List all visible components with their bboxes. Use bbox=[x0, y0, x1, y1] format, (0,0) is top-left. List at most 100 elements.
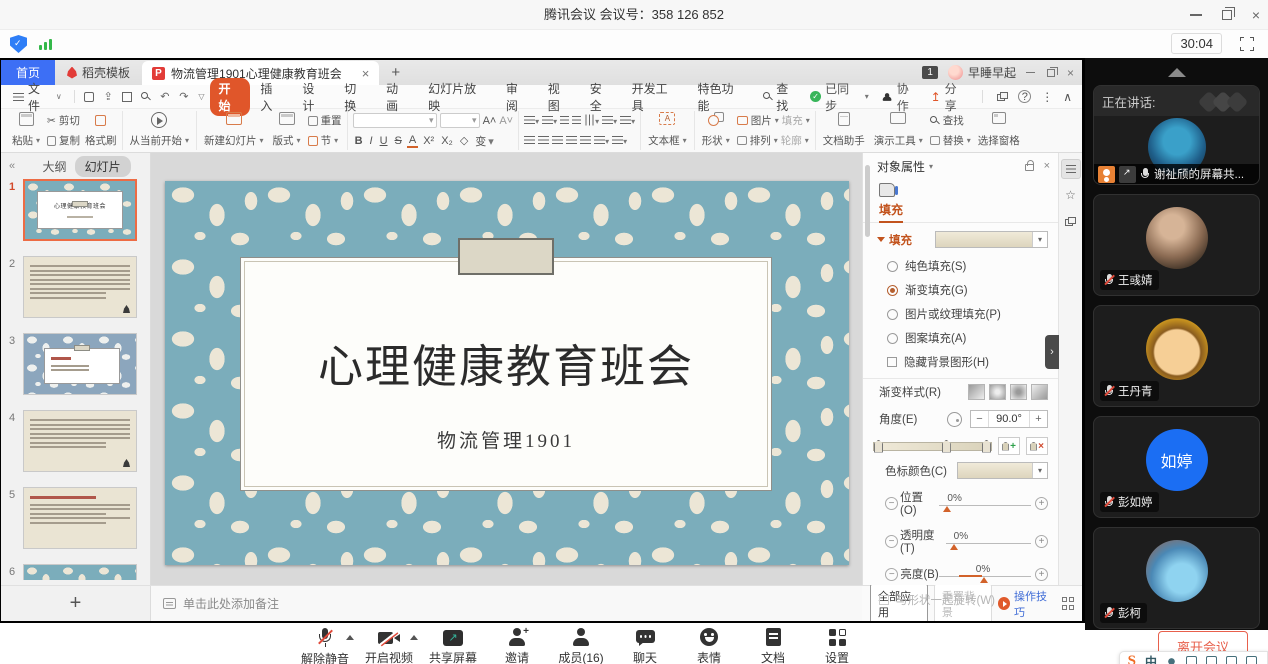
menu-security[interactable]: 安全 bbox=[582, 78, 622, 116]
find-button[interactable]: 查找 bbox=[930, 112, 971, 130]
members-button[interactable]: 成员(16) bbox=[549, 623, 613, 664]
panel-scrollbar[interactable] bbox=[865, 165, 870, 237]
slide-thumbnail-3[interactable] bbox=[23, 333, 137, 395]
justify-icon[interactable] bbox=[566, 135, 577, 147]
participant-tile[interactable]: 王丹青 bbox=[1093, 305, 1260, 407]
animation-strip-icon[interactable] bbox=[1061, 211, 1081, 231]
menu-transition[interactable]: 切换 bbox=[336, 78, 376, 116]
section-collapse-icon[interactable] bbox=[877, 237, 885, 242]
mic-options-arrow[interactable] bbox=[346, 635, 354, 640]
para-spacing-icon[interactable]: ▾ bbox=[612, 135, 627, 147]
unmute-button[interactable]: 解除静音 bbox=[293, 623, 357, 664]
panel-close-icon[interactable]: × bbox=[1044, 160, 1050, 172]
outline-button[interactable]: 轮廓 bbox=[781, 133, 802, 148]
angle-minus-button[interactable]: − bbox=[971, 411, 988, 427]
restore-icon[interactable] bbox=[1222, 10, 1232, 20]
text-direction-icon[interactable]: ▾ bbox=[602, 115, 617, 127]
angle-dial[interactable] bbox=[947, 412, 962, 427]
gradient-stop-bar[interactable] bbox=[873, 442, 992, 451]
wps-minimize-icon[interactable] bbox=[1026, 72, 1035, 74]
share-button[interactable]: ↥ 分享 bbox=[931, 80, 969, 114]
angle-plus-button[interactable]: + bbox=[1030, 411, 1047, 427]
preview-icon[interactable] bbox=[138, 89, 155, 104]
wps-close-icon[interactable]: × bbox=[1067, 66, 1074, 80]
ime-account-icon[interactable] bbox=[1226, 656, 1237, 664]
align-left-icon[interactable] bbox=[524, 135, 535, 147]
menu-features[interactable]: 特色功能 bbox=[689, 78, 753, 116]
gradient-style-2[interactable] bbox=[989, 384, 1006, 400]
copy-button[interactable]: 复制 bbox=[47, 132, 80, 150]
gradient-stop-2[interactable] bbox=[942, 440, 951, 453]
cut-button[interactable]: ✂ 剪切 bbox=[47, 112, 80, 130]
stop-color-dropdown[interactable]: ▾ bbox=[957, 462, 1048, 479]
text-effect-icon[interactable]: 变▾ bbox=[473, 133, 498, 149]
ime-tool-icon[interactable] bbox=[1166, 656, 1177, 664]
cast-icon[interactable] bbox=[997, 92, 1008, 101]
security-shield-icon[interactable]: ✓ bbox=[10, 35, 27, 53]
sync-status[interactable]: ✓ 已同步 ▾ bbox=[810, 80, 869, 114]
underline-icon[interactable]: U bbox=[378, 135, 390, 147]
participant-tile[interactable]: 彭柯 bbox=[1093, 527, 1260, 629]
font-size-combo[interactable]: ▾ bbox=[440, 113, 480, 128]
option-hide-bg[interactable]: 隐藏背景图形(H) bbox=[863, 350, 1058, 374]
paste-button[interactable]: 粘贴▾ bbox=[10, 112, 42, 150]
slide-thumbnail-1[interactable]: 心理健康教育班会 bbox=[23, 179, 137, 241]
indent-less-icon[interactable] bbox=[560, 115, 569, 127]
collapse-panel-icon[interactable]: « bbox=[1, 160, 23, 172]
network-signal-icon[interactable] bbox=[39, 38, 52, 50]
brightness-slider[interactable]: 0% bbox=[939, 565, 1031, 583]
output-icon[interactable]: ⇪ bbox=[100, 89, 117, 104]
print-icon[interactable] bbox=[119, 89, 136, 104]
undo-icon[interactable]: ↶ bbox=[156, 89, 173, 104]
position-slider[interactable]: 0% bbox=[939, 494, 1031, 512]
collapse-ribbon-icon[interactable]: ∧ bbox=[1063, 90, 1072, 104]
outline-tab[interactable]: 大纲 bbox=[43, 158, 67, 175]
superscript-icon[interactable]: X² bbox=[421, 135, 436, 147]
fill-color-dropdown[interactable]: ▾ bbox=[935, 231, 1048, 248]
slide-canvas[interactable]: 心理健康教育班会 物流管理1901 bbox=[151, 153, 862, 585]
save-icon[interactable] bbox=[81, 89, 98, 104]
slide-thumbnail-2[interactable] bbox=[23, 256, 137, 318]
italic-icon[interactable]: I bbox=[368, 135, 375, 147]
menu-animation[interactable]: 动画 bbox=[378, 78, 418, 116]
columns-icon[interactable]: ▾ bbox=[584, 115, 599, 127]
file-menu[interactable]: 文件 ∨ bbox=[7, 80, 68, 114]
brightness-plus[interactable]: + bbox=[1035, 568, 1048, 581]
properties-strip-icon[interactable] bbox=[1061, 159, 1081, 179]
format-painter-icon[interactable] bbox=[85, 112, 117, 130]
menu-slideshow[interactable]: 幻灯片放映 bbox=[420, 78, 496, 116]
subscript-icon[interactable]: X₂ bbox=[439, 135, 455, 147]
align-right-icon[interactable] bbox=[552, 135, 563, 147]
menu-review[interactable]: 审阅 bbox=[498, 78, 538, 116]
line-spacing-icon[interactable]: ▾ bbox=[594, 135, 609, 147]
font-color-icon[interactable]: A bbox=[407, 134, 418, 148]
slide-thumbnail-4[interactable] bbox=[23, 410, 137, 472]
font-name-combo[interactable]: ▾ bbox=[353, 113, 437, 128]
slide-thumbnail-6[interactable] bbox=[23, 564, 137, 580]
menu-devtools[interactable]: 开发工具 bbox=[624, 78, 688, 116]
menu-insert[interactable]: 插入 bbox=[252, 78, 292, 116]
find-menu[interactable]: 查找 bbox=[755, 80, 808, 114]
numbering-icon[interactable]: ▾ bbox=[542, 115, 557, 127]
indent-more-icon[interactable] bbox=[572, 115, 581, 127]
replace-button[interactable]: 替换▾ bbox=[930, 132, 971, 150]
transparency-minus[interactable]: − bbox=[885, 535, 898, 548]
fullscreen-icon[interactable] bbox=[1240, 37, 1254, 51]
redo-icon[interactable]: ↷ bbox=[175, 89, 192, 104]
add-slide-button[interactable]: + bbox=[70, 592, 82, 615]
align-center-icon[interactable] bbox=[538, 135, 549, 147]
start-video-button[interactable]: 开启视频 bbox=[357, 623, 421, 664]
chat-button[interactable]: 聊天 bbox=[613, 623, 677, 664]
wps-template-tab[interactable]: 稻壳模板 bbox=[55, 60, 142, 85]
participant-tile[interactable]: 王彧婧 bbox=[1093, 194, 1260, 296]
add-stop-button[interactable]: + bbox=[998, 437, 1020, 455]
menu-view[interactable]: 视图 bbox=[540, 78, 580, 116]
layout-button[interactable]: 版式▾ bbox=[271, 112, 303, 150]
video-options-arrow[interactable] bbox=[410, 635, 418, 640]
transparency-slider[interactable]: 0% bbox=[946, 532, 1031, 550]
shapes-button[interactable]: 形状▾ bbox=[700, 112, 732, 150]
position-minus[interactable]: − bbox=[885, 497, 898, 510]
format-painter-button[interactable]: 格式刷 bbox=[85, 132, 117, 150]
docs-button[interactable]: 文档 bbox=[741, 623, 805, 664]
reset-button[interactable]: 重置 bbox=[308, 112, 342, 130]
